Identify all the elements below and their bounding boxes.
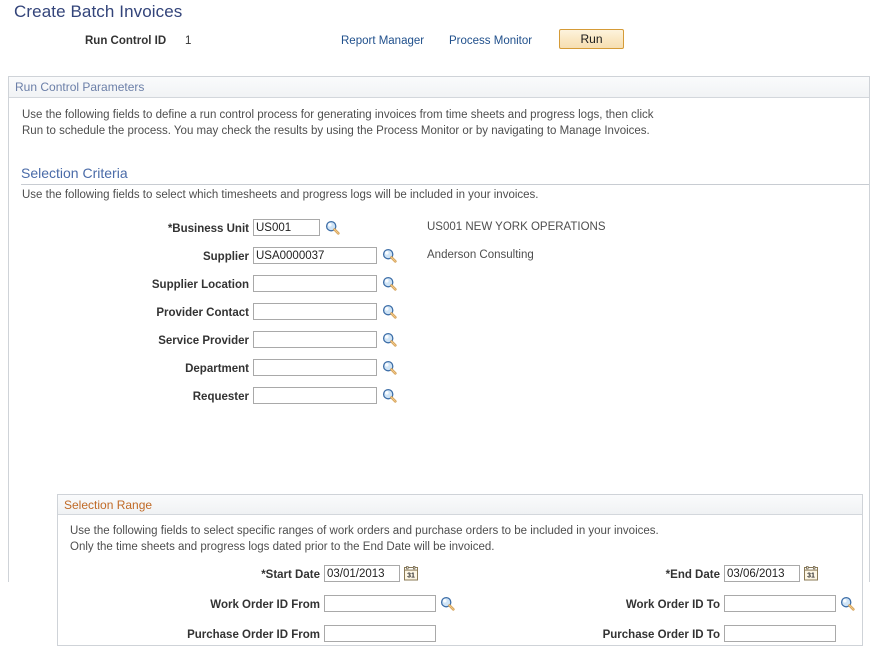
- range-label-wrap: Purchase Order ID To: [458, 625, 720, 643]
- magnifier-icon[interactable]: [382, 276, 397, 291]
- calendar-icon[interactable]: 31: [804, 566, 818, 581]
- criteria-input[interactable]: [253, 247, 377, 264]
- criteria-row: Supplier Location: [9, 275, 871, 303]
- criteria-input[interactable]: [253, 303, 377, 320]
- criteria-label: Supplier: [202, 251, 249, 263]
- range-label: Work Order ID To: [625, 599, 720, 611]
- calendar-icon[interactable]: 31: [404, 566, 418, 581]
- range-label-wrap: *End Date: [458, 565, 720, 583]
- range-input[interactable]: [724, 565, 800, 582]
- criteria-row: Supplier Anderson Consulting: [9, 247, 871, 275]
- range-label: *End Date: [665, 569, 720, 581]
- page-title: Create Batch Invoices: [14, 2, 183, 21]
- criteria-label-wrap: *Business Unit: [9, 219, 249, 237]
- magnifier-icon[interactable]: [382, 388, 397, 403]
- range-label: Work Order ID From: [210, 599, 320, 611]
- criteria-label-wrap: Service Provider: [9, 331, 249, 349]
- selection-range-intro-line-1: Use the following fields to select speci…: [70, 525, 659, 537]
- report-manager-link[interactable]: Report Manager: [341, 35, 424, 47]
- criteria-row: Provider Contact: [9, 303, 871, 331]
- range-label: Purchase Order ID From: [187, 629, 320, 641]
- range-label: *Start Date: [261, 569, 320, 581]
- process-monitor-link[interactable]: Process Monitor: [449, 35, 532, 47]
- criteria-input[interactable]: [253, 359, 377, 376]
- criteria-label: Supplier Location: [151, 279, 249, 291]
- selection-range-intro: Use the following fields to select speci…: [70, 523, 659, 555]
- selection-range-header-label: Selection Range: [64, 498, 153, 512]
- range-row: Work Order ID From Work Order ID To: [58, 595, 864, 625]
- intro-line-2: Run to schedule the process. You may che…: [22, 125, 650, 137]
- selection-criteria-rule: [21, 184, 869, 185]
- range-input[interactable]: [724, 625, 836, 642]
- selection-range-header: Selection Range: [58, 495, 862, 515]
- run-button[interactable]: Run: [559, 29, 624, 49]
- criteria-side-text: Anderson Consulting: [427, 249, 534, 261]
- criteria-label: Provider Contact: [156, 307, 249, 319]
- range-row: Purchase Order ID From Purchase Order ID …: [58, 625, 864, 655]
- criteria-label: *Business Unit: [167, 223, 249, 235]
- range-input[interactable]: [324, 625, 436, 642]
- panel-header-label: Run Control Parameters: [15, 80, 145, 94]
- magnifier-icon[interactable]: [840, 596, 855, 611]
- selection-range-panel: Selection Range Use the following fields…: [57, 494, 863, 646]
- criteria-label-wrap: Department: [9, 359, 249, 377]
- magnifier-icon[interactable]: [382, 360, 397, 375]
- selection-criteria-heading: Selection Criteria: [21, 165, 869, 185]
- run-control-bar: Run Control ID 1 Report Manager Process …: [0, 29, 880, 56]
- range-input[interactable]: [324, 565, 400, 582]
- magnifier-icon[interactable]: [382, 304, 397, 319]
- criteria-label: Department: [185, 363, 249, 375]
- svg-text:31: 31: [807, 573, 815, 580]
- range-label-wrap: Purchase Order ID From: [58, 625, 320, 643]
- range-label-wrap: *Start Date: [58, 565, 320, 583]
- magnifier-icon[interactable]: [440, 596, 455, 611]
- criteria-side-text: US001 NEW YORK OPERATIONS: [427, 221, 606, 233]
- range-label: Purchase Order ID To: [602, 629, 720, 641]
- magnifier-icon[interactable]: [325, 220, 340, 235]
- range-input[interactable]: [324, 595, 436, 612]
- criteria-label: Service Provider: [158, 335, 249, 347]
- magnifier-icon[interactable]: [382, 248, 397, 263]
- selection-criteria-title: Selection Criteria: [21, 165, 128, 181]
- run-control-parameters-panel: Run Control Parameters Use the following…: [8, 76, 871, 646]
- criteria-input[interactable]: [253, 219, 320, 236]
- selection-criteria-fields: *Business Unit US001 NEW YORK OPERATIONS S…: [9, 219, 871, 415]
- criteria-label-wrap: Provider Contact: [9, 303, 249, 321]
- criteria-input[interactable]: [253, 275, 377, 292]
- run-control-id-value: 1: [185, 35, 192, 47]
- criteria-row: Department: [9, 359, 871, 387]
- magnifier-icon[interactable]: [382, 332, 397, 347]
- criteria-label-wrap: Requester: [9, 387, 249, 405]
- range-label-wrap: Work Order ID From: [58, 595, 320, 613]
- intro-paragraph: Use the following fields to define a run…: [22, 107, 822, 139]
- svg-text:31: 31: [407, 573, 415, 580]
- criteria-label-wrap: Supplier: [9, 247, 249, 265]
- criteria-row: *Business Unit US001 NEW YORK OPERATIONS: [9, 219, 871, 247]
- selection-range-intro-line-2: Only the time sheets and progress logs d…: [70, 541, 495, 553]
- criteria-row: Service Provider: [9, 331, 871, 359]
- criteria-input[interactable]: [253, 331, 377, 348]
- criteria-label: Requester: [192, 391, 249, 403]
- selection-range-fields: *Start Date 31 *End Date 31 Work Order ID Fr…: [58, 565, 864, 655]
- intro-line-1: Use the following fields to define a run…: [22, 109, 654, 121]
- panel-header: Run Control Parameters: [9, 77, 869, 98]
- range-input[interactable]: [724, 595, 836, 612]
- criteria-row: Requester: [9, 387, 871, 415]
- selection-criteria-subtitle: Use the following fields to select which…: [22, 189, 539, 201]
- criteria-label-wrap: Supplier Location: [9, 275, 249, 293]
- range-label-wrap: Work Order ID To: [458, 595, 720, 613]
- criteria-input[interactable]: [253, 387, 377, 404]
- range-row: *Start Date 31 *End Date 31: [58, 565, 864, 595]
- run-control-id-label: Run Control ID: [85, 35, 167, 47]
